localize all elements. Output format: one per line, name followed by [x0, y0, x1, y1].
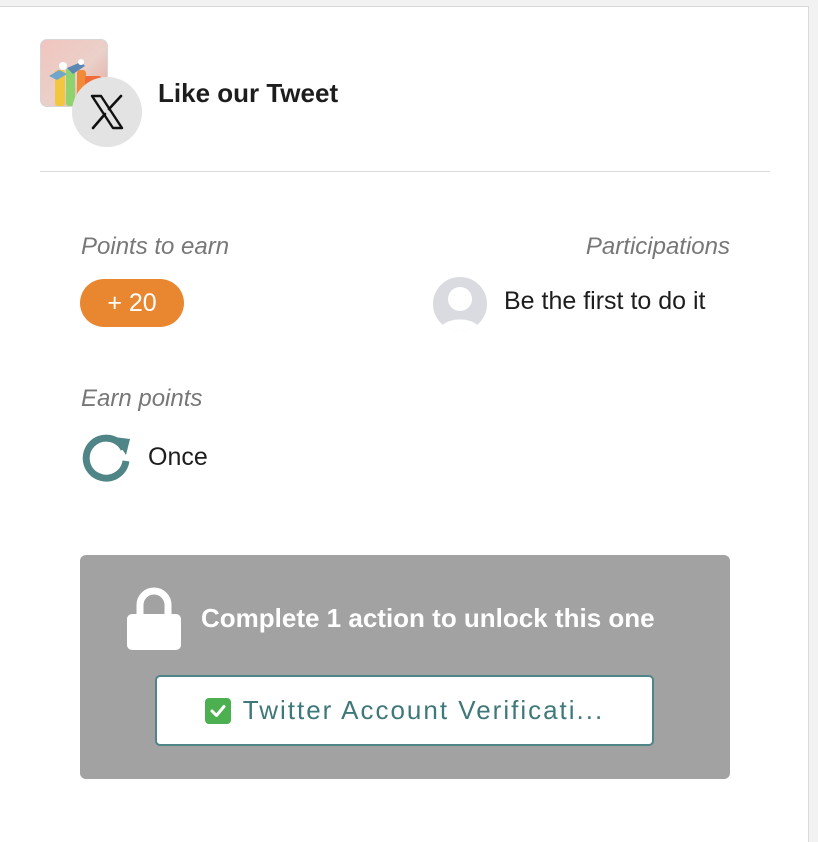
header-divider — [40, 171, 770, 172]
check-mark-icon — [204, 697, 231, 724]
quest-card: Like our Tweet Points to earn + 20 Parti… — [0, 6, 809, 842]
repeat-icon — [80, 431, 132, 483]
points-label: Points to earn — [81, 233, 230, 260]
x-logo-icon — [72, 77, 142, 147]
unlock-requirement-text: Complete 1 action to unlock this one — [201, 603, 655, 633]
user-avatar-icon — [433, 277, 487, 331]
earn-frequency: Once — [148, 443, 208, 471]
quest-title: Like our Tweet — [158, 78, 339, 108]
earn-points-label: Earn points — [81, 385, 203, 412]
participations-label: Participations — [585, 233, 730, 260]
lock-icon — [126, 587, 182, 651]
required-action-label: Twitter Account Verificati... — [242, 695, 605, 725]
locked-panel: Complete 1 action to unlock this one Twi… — [80, 555, 730, 779]
required-action-button[interactable]: Twitter Account Verificati... — [155, 675, 654, 746]
participations-text: Be the first to do it — [504, 287, 706, 315]
quest-avatar-group — [40, 39, 144, 149]
points-badge: + 20 — [80, 279, 184, 327]
